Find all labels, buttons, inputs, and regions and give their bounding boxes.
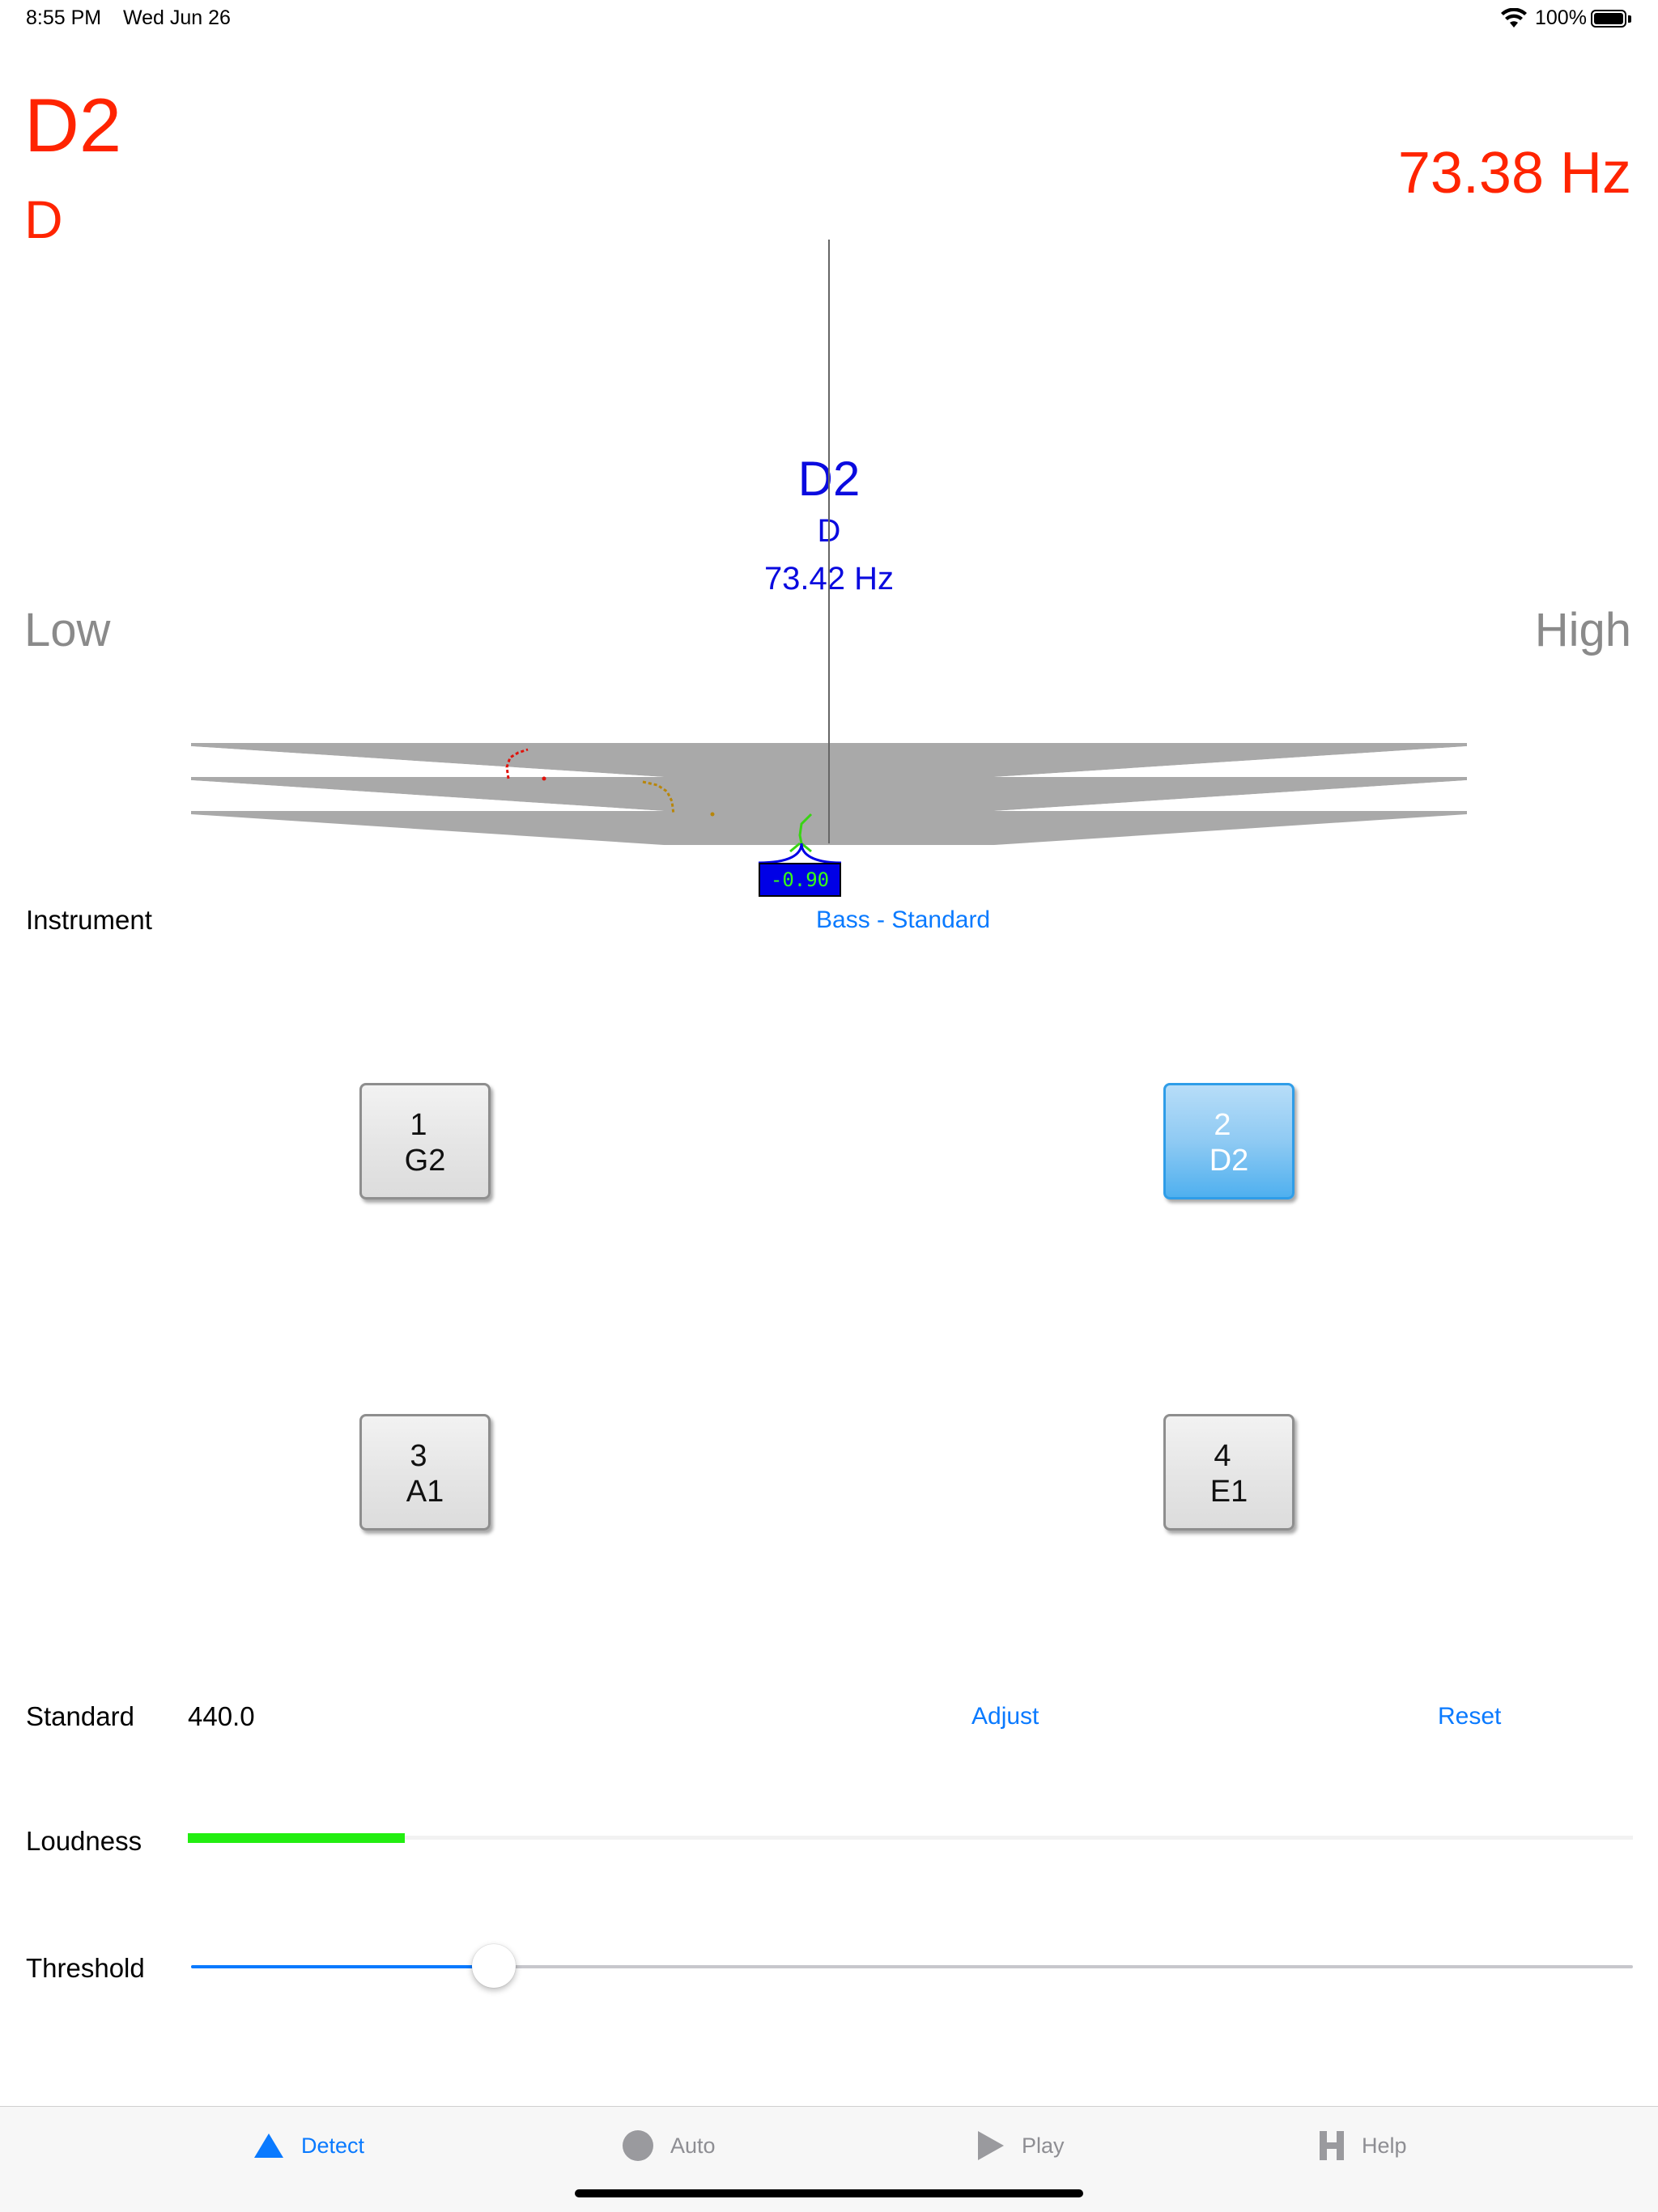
h-icon	[1320, 2131, 1344, 2160]
tab-label: Play	[1022, 2133, 1065, 2158]
tuning-gauge	[191, 240, 1467, 864]
string-note: D2	[1209, 1143, 1249, 1178]
instrument-label: Instrument	[26, 905, 152, 935]
threshold-fill	[191, 1965, 494, 1968]
home-indicator	[575, 2189, 1083, 2197]
adjust-button[interactable]: Adjust	[971, 1703, 1039, 1730]
circle-icon	[623, 2130, 653, 2161]
battery-nub	[1628, 15, 1631, 23]
string-number: 2	[1214, 1108, 1231, 1142]
play-icon	[978, 2131, 1004, 2160]
string-note: A1	[406, 1474, 444, 1509]
wifi-icon	[1501, 8, 1527, 28]
tab-label: Auto	[670, 2133, 716, 2158]
string-number: 1	[410, 1108, 427, 1142]
triangle-icon	[254, 2133, 283, 2158]
loudness-level	[188, 1833, 405, 1843]
loudness-label: Loudness	[26, 1826, 142, 1856]
threshold-thumb[interactable]	[472, 1944, 516, 1988]
standard-label: Standard	[26, 1701, 134, 1731]
string-number: 3	[410, 1439, 427, 1473]
reset-button[interactable]: Reset	[1438, 1703, 1501, 1730]
tab-auto[interactable]: Auto	[622, 2107, 716, 2184]
string-note: G2	[404, 1143, 446, 1178]
loudness-meter	[188, 1833, 1633, 1843]
status-date: Wed Jun 26	[123, 6, 231, 29]
tab-help[interactable]: Help	[1318, 2107, 1407, 2184]
string-note: E1	[1209, 1474, 1248, 1509]
string-button-1[interactable]: 1 G2	[359, 1083, 491, 1199]
string-number: 4	[1214, 1439, 1231, 1473]
cents-offset-badge: -0.90	[759, 863, 841, 897]
tab-detect[interactable]: Detect	[253, 2107, 364, 2184]
threshold-slider[interactable]	[191, 1944, 1633, 1988]
instrument-selector[interactable]: Bass - Standard	[816, 906, 990, 934]
status-time: 8:55 PM	[26, 6, 102, 29]
tab-label: Detect	[301, 2133, 365, 2158]
tab-label: Help	[1362, 2133, 1407, 2158]
battery-percent: 100%	[1535, 6, 1587, 29]
tab-play[interactable]: Play	[976, 2107, 1065, 2184]
standard-value: 440.0	[188, 1701, 255, 1731]
cents-bracket	[758, 843, 842, 864]
string-button-4[interactable]: 4 E1	[1163, 1414, 1295, 1531]
string-button-2[interactable]: 2 D2	[1163, 1083, 1295, 1199]
threshold-label: Threshold	[26, 1953, 145, 1983]
detected-frequency: 73.38 Hz	[1397, 141, 1631, 206]
battery-icon	[1591, 10, 1626, 28]
string-button-3[interactable]: 3 A1	[359, 1414, 491, 1531]
detected-note: D2	[24, 83, 122, 168]
